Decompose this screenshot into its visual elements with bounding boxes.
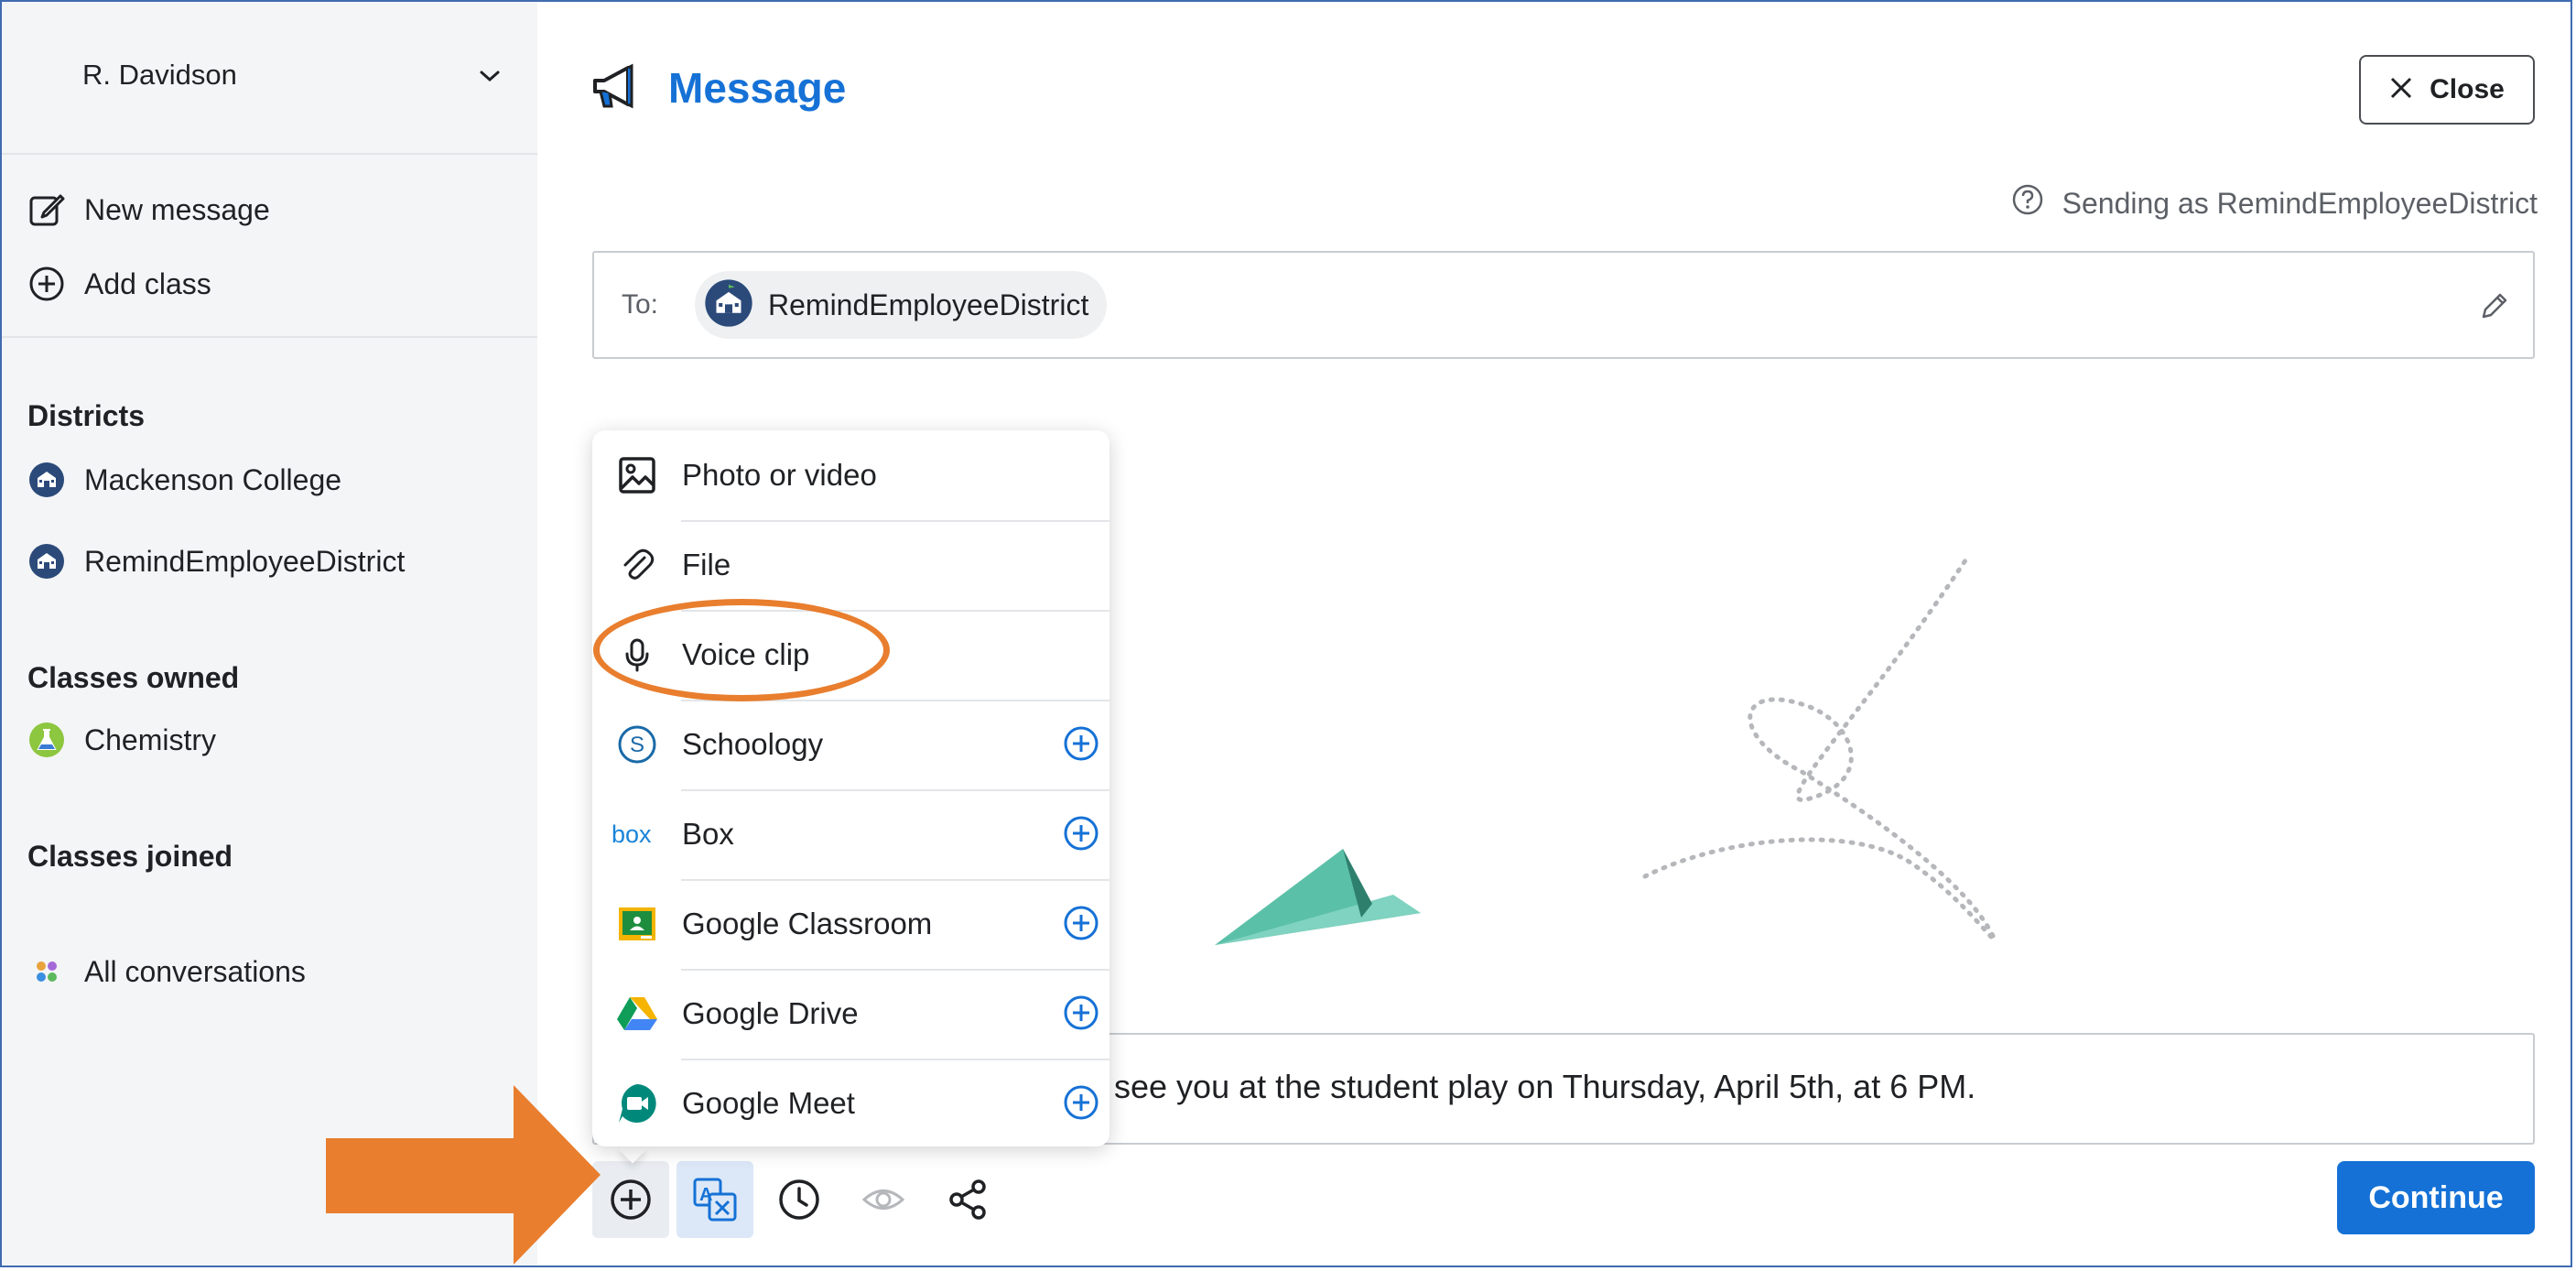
google-meet-icon [611, 1077, 664, 1130]
school-avatar-icon [27, 542, 66, 581]
school-avatar-icon [704, 278, 753, 332]
orange-arrow-annotation [326, 1085, 601, 1265]
sidebar-divider [2, 336, 537, 338]
classes-joined-heading: Classes joined [27, 840, 233, 873]
composer-toolbar: A [592, 1161, 1013, 1238]
plus-circle-icon [27, 265, 66, 303]
add-integration-icon[interactable] [1062, 904, 1100, 947]
menu-item-label: Google Meet [682, 1086, 855, 1120]
recipient-name: RemindEmployeeDistrict [768, 288, 1089, 321]
sending-as-info: Sending as RemindEmployeeDistrict [2011, 183, 2538, 223]
share-icon [949, 1179, 986, 1220]
help-icon[interactable] [2011, 183, 2044, 223]
google-drive-icon [611, 987, 664, 1040]
sidebar-item-mackenson-college[interactable]: Mackenson College [27, 457, 341, 503]
sending-as-text: Sending as RemindEmployeeDistrict [2062, 186, 2538, 220]
svg-text:box: box [612, 820, 652, 848]
translate-button[interactable]: A [676, 1161, 753, 1238]
sidebar: R. Davidson New message Add class Distri… [2, 2, 537, 1267]
add-integration-icon[interactable] [1062, 1083, 1100, 1126]
account-switcher[interactable]: R. Davidson [2, 2, 537, 155]
box-icon: box [611, 808, 664, 861]
eye-icon [861, 1190, 905, 1210]
menu-item-label: File [682, 548, 731, 581]
megaphone-icon [588, 57, 644, 118]
add-integration-icon[interactable] [1062, 814, 1100, 857]
menu-item-box[interactable]: box Box [592, 789, 1109, 879]
paperclip-icon [611, 538, 664, 592]
add-class-label: Add class [84, 266, 211, 300]
sidebar-item-label: Mackenson College [84, 462, 342, 496]
menu-item-schoology[interactable]: S Schoology [592, 700, 1109, 789]
menu-item-label: Box [682, 817, 734, 851]
recipient-field[interactable]: To: RemindEmployeeDistrict [592, 251, 2535, 359]
menu-item-label: Google Drive [682, 996, 859, 1030]
sidebar-item-label: Chemistry [84, 722, 217, 756]
menu-item-google-meet[interactable]: Google Meet [592, 1059, 1109, 1148]
translate-icon: A [693, 1178, 737, 1222]
highlight-oval [593, 599, 890, 701]
to-label: To: [622, 289, 659, 320]
attach-menu: Photo or video File Voice clip S Schoolo… [592, 430, 1109, 1146]
menu-item-google-classroom[interactable]: Google Classroom [592, 879, 1109, 969]
page-title: Message [588, 57, 846, 118]
pencil-icon[interactable] [2478, 289, 2511, 327]
menu-item-google-drive[interactable]: Google Drive [592, 969, 1109, 1059]
add-integration-icon[interactable] [1062, 994, 1100, 1037]
clock-icon [779, 1179, 819, 1220]
sidebar-item-label: RemindEmployeeDistrict [84, 544, 406, 578]
message-text: see you at the student play on Thursday,… [1114, 1068, 1976, 1105]
compose-icon [27, 190, 66, 229]
sidebar-item-chemistry[interactable]: Chemistry [27, 717, 216, 763]
menu-item-label: Schoology [682, 727, 824, 761]
chevron-down-icon [478, 68, 502, 89]
schoology-icon: S [611, 718, 664, 771]
user-name: R. Davidson [82, 59, 237, 91]
title-text: Message [668, 63, 847, 112]
new-message-label: New message [84, 192, 270, 226]
classes-owned-heading: Classes owned [27, 661, 240, 694]
chemistry-class-icon [27, 721, 66, 759]
svg-text:A: A [699, 1185, 712, 1205]
close-button[interactable]: Close [2359, 55, 2535, 125]
close-label: Close [2430, 74, 2505, 104]
schedule-button[interactable] [761, 1161, 838, 1238]
school-avatar-icon [27, 461, 66, 499]
attach-plus-icon [611, 1179, 651, 1220]
svg-text:S: S [630, 733, 644, 757]
menu-item-file[interactable]: File [592, 520, 1109, 610]
recipient-chip[interactable]: RemindEmployeeDistrict [695, 271, 1108, 339]
add-integration-icon[interactable] [1062, 724, 1100, 767]
sidebar-item-all-conversations[interactable]: All conversations [27, 949, 306, 994]
paper-plane-illustration [1215, 558, 1997, 945]
all-conversations-icon [27, 952, 66, 991]
menu-item-label: Google Classroom [682, 907, 933, 940]
add-class-button[interactable]: Add class [27, 261, 211, 307]
image-icon [611, 449, 664, 502]
continue-button[interactable]: Continue [2337, 1161, 2535, 1234]
sidebar-item-remind-employee-district[interactable]: RemindEmployeeDistrict [27, 538, 405, 584]
sidebar-item-label: All conversations [84, 954, 306, 988]
menu-item-photo-or-video[interactable]: Photo or video [592, 430, 1109, 520]
new-message-button[interactable]: New message [27, 187, 270, 233]
preview-button[interactable] [845, 1161, 922, 1238]
close-icon [2389, 76, 2413, 104]
attach-button[interactable] [592, 1161, 669, 1238]
continue-label: Continue [2368, 1179, 2504, 1215]
districts-heading: Districts [27, 399, 146, 432]
menu-item-label: Photo or video [682, 458, 877, 492]
google-classroom-icon [611, 897, 664, 951]
share-button[interactable] [929, 1161, 1006, 1238]
